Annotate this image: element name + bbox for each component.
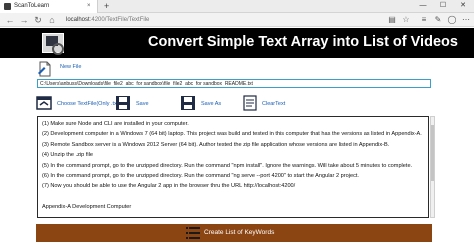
- new-tab-icon[interactable]: +: [104, 0, 109, 12]
- save-as-link[interactable]: Save As: [201, 101, 221, 107]
- text-line: (1) Make sure Node and CLI are installed…: [42, 121, 189, 127]
- clear-text-link[interactable]: ClearText: [262, 101, 285, 107]
- app-logo: [42, 33, 64, 55]
- reading-view-icon[interactable]: ▤: [386, 14, 398, 26]
- choose-textfile-link[interactable]: Choose TextFile(Only .txt): [57, 101, 120, 107]
- save-link[interactable]: Save: [136, 101, 149, 107]
- list-icon: [186, 227, 200, 239]
- refresh-icon[interactable]: ↻: [32, 14, 44, 26]
- create-keywords-button[interactable]: Create List of KeyWords: [36, 224, 432, 242]
- window-minimize-icon[interactable]: —: [416, 0, 430, 12]
- url-field[interactable]: localhost:4200/TextFile/TextFile: [66, 15, 286, 25]
- create-keywords-label: Create List of KeyWords: [204, 229, 275, 236]
- text-content-area[interactable]: (1) Make sure Node and CLI are installed…: [37, 116, 429, 218]
- text-line: (2) Development computer in a Windows 7 …: [42, 131, 422, 138]
- window-maximize-icon[interactable]: ☐: [436, 0, 450, 12]
- app-header: Convert Simple Text Array into List of V…: [0, 28, 474, 58]
- share-icon[interactable]: ◯: [446, 14, 458, 26]
- text-line: Appendix-A Development Computer: [42, 204, 132, 211]
- text-line: [42, 192, 424, 202]
- save-as-floppy-icon[interactable]: [180, 95, 196, 111]
- text-line: (5) In the command prompt, go to the unz…: [42, 162, 413, 169]
- page-title: Convert Simple Text Array into List of V…: [148, 34, 458, 50]
- scrollbar-thumb[interactable]: [431, 125, 434, 181]
- browser-title-bar: ScanToLearn × + — ☐ ✕: [0, 0, 474, 13]
- window-close-icon[interactable]: ✕: [456, 0, 470, 12]
- browser-tab[interactable]: ScanToLearn ×: [0, 0, 98, 13]
- more-menu-icon[interactable]: ⋯: [460, 14, 472, 26]
- text-line: (7) Now you should be able to use the An…: [42, 183, 296, 190]
- url-host: localhost: [66, 17, 90, 23]
- file-path-input[interactable]: [37, 79, 431, 88]
- back-arrow-icon[interactable]: ←: [4, 14, 16, 26]
- notes-pen-icon[interactable]: ✎: [432, 14, 444, 26]
- save-floppy-icon[interactable]: [115, 95, 131, 111]
- text-line: (3) Remote Sandbox server is a Windows 2…: [42, 141, 390, 148]
- hub-icon[interactable]: ≡: [418, 14, 430, 26]
- new-file-link[interactable]: New File: [60, 64, 81, 70]
- favorite-star-icon[interactable]: ☆: [400, 14, 412, 26]
- tab-close-icon[interactable]: ×: [87, 0, 91, 13]
- address-bar: ← → ↻ ⌂ localhost:4200/TextFile/TextFile…: [0, 13, 474, 27]
- clear-text-icon[interactable]: [242, 95, 258, 111]
- choose-file-icon[interactable]: [36, 95, 52, 111]
- home-icon[interactable]: ⌂: [46, 14, 58, 26]
- new-file-icon[interactable]: [37, 61, 53, 77]
- url-path: :4200/TextFile/TextFile: [89, 17, 150, 23]
- tab-favicon-icon: [4, 3, 11, 10]
- text-line: (4) Unzip the .zip file: [42, 152, 93, 159]
- text-area-scrollbar[interactable]: [430, 116, 435, 218]
- tab-title: ScanToLearn: [14, 3, 50, 9]
- forward-arrow-icon[interactable]: →: [18, 14, 30, 26]
- text-line: (6) In the command prompt, go to the unz…: [42, 173, 359, 180]
